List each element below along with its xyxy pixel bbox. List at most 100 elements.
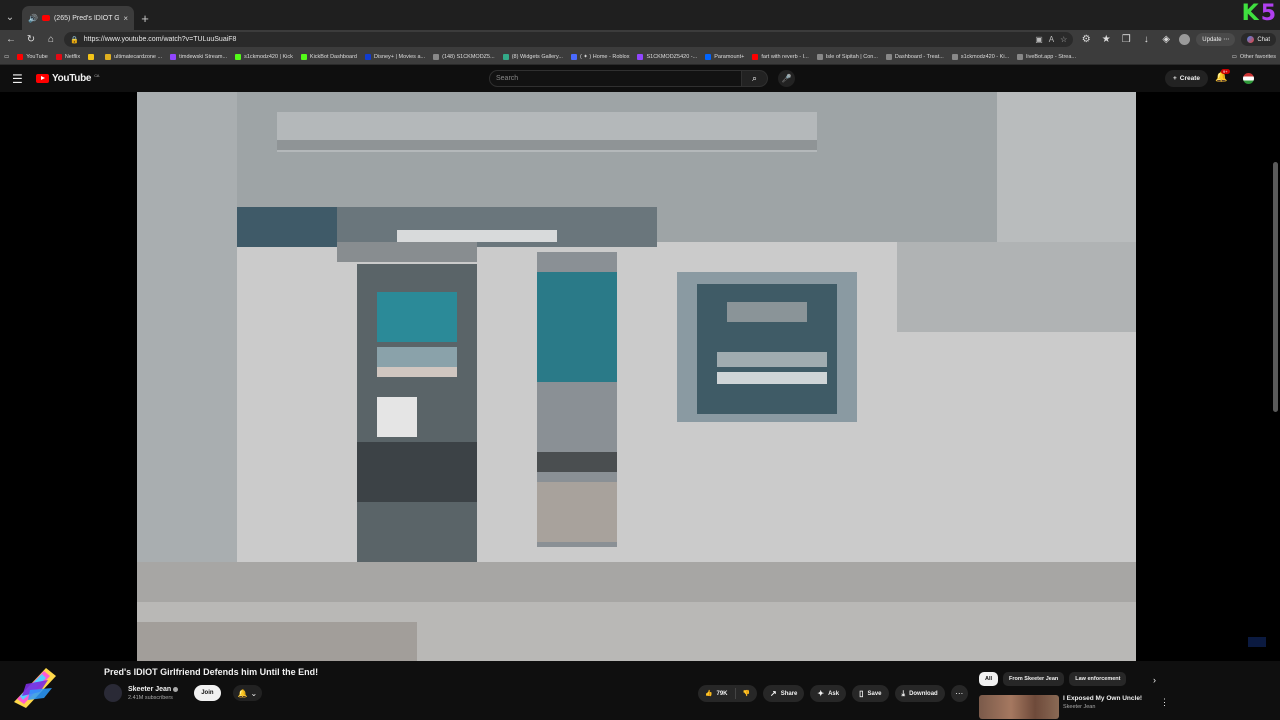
favorites-icon[interactable]: ★ [1099, 33, 1113, 47]
browser-tab-active[interactable]: 🔊 (265) Pred's IDIOT Girlfriend × [22, 6, 134, 30]
new-tab-button[interactable]: + [134, 6, 156, 30]
channel-name[interactable]: Skeeter Jean [128, 686, 179, 693]
tab-list-chevron-icon[interactable]: ⌄ [0, 4, 20, 30]
filter-chip[interactable]: All [979, 672, 999, 686]
ask-button[interactable]: ✦ Ask [810, 685, 847, 702]
bookmark-item[interactable]: ultimatecardzone ... [105, 53, 162, 60]
search-placeholder: Search [496, 75, 519, 82]
bookmark-item[interactable]: KickBot Dashboard [300, 53, 357, 60]
recommendation-chips: All From Skeeter Jean Law enforcement [979, 672, 1127, 686]
channel-row: Skeeter Jean 2.41M subscribers Join 🔔 ⌄ [104, 684, 263, 702]
save-button[interactable]: ▯ Save [852, 685, 889, 702]
favorite-star-icon[interactable]: ☆ [1060, 35, 1067, 44]
bookmark-item[interactable] [88, 53, 97, 60]
bookmark-item[interactable]: fart with reverb - I... [752, 53, 809, 60]
bookmarks-folder-icon[interactable]: ▭ [4, 54, 9, 60]
join-button[interactable]: Join [194, 685, 221, 701]
youtube-logo[interactable]: YouTube CA [36, 73, 99, 84]
bookmark-item[interactable]: s1ckmodz420 | Kick [235, 53, 293, 60]
chat-button-label: Chat [1257, 36, 1270, 43]
bookmark-favicon-icon [17, 53, 24, 60]
page-scrollbar[interactable] [1273, 162, 1278, 412]
bookmark-favicon-icon [88, 53, 95, 60]
bookmark-item[interactable]: Disney+ | Movies a... [365, 53, 425, 60]
address-url[interactable]: https://www.youtube.com/watch?v=TULuuSua… [84, 36, 237, 43]
youtube-play-icon [36, 74, 49, 83]
home-icon[interactable]: ⌂ [44, 33, 58, 47]
subscription-bell-button[interactable]: 🔔 ⌄ [232, 685, 263, 701]
account-avatar[interactable] [1243, 73, 1254, 84]
mic-icon[interactable]: 🎤 [778, 70, 795, 87]
hamburger-icon[interactable]: ☰ [12, 72, 26, 86]
search-input[interactable]: Search [489, 70, 742, 87]
chat-button[interactable]: Chat [1241, 33, 1276, 46]
app-available-icon[interactable]: ▣ [1035, 35, 1043, 44]
back-arrow-icon[interactable]: ← [4, 33, 18, 47]
dislike-button[interactable]: 👎 [736, 685, 757, 702]
recommended-video[interactable]: I Exposed My Own Uncle! Skeeter Jean [979, 695, 1142, 719]
bookmark-item[interactable]: s1ckmodz420 - Ki... [951, 53, 1009, 60]
video-actions: 👍 79K 👎 ↗ Share ✦ Ask ▯ Save ⤓ Download ⋯ [698, 685, 968, 702]
address-bar[interactable]: 🔒 https://www.youtube.com/watch?v=TULuuS… [64, 32, 1074, 47]
bookmark-favicon-icon [1017, 53, 1024, 60]
bookmark-item[interactable]: liveBot.app - Strea... [1017, 53, 1076, 60]
tab-close-icon[interactable]: × [123, 14, 128, 23]
recommended-title[interactable]: I Exposed My Own Uncle! [1063, 695, 1142, 702]
bookmark-item[interactable]: S1CKMODZ5420 -... [637, 53, 697, 60]
create-button[interactable]: + Create [1165, 70, 1209, 87]
read-aloud-icon[interactable]: A [1049, 35, 1054, 44]
folder-icon: ▭ [1231, 53, 1237, 60]
copilot-icon[interactable]: ◈ [1159, 33, 1173, 47]
bookmark-item[interactable]: Dashboard - Treat... [885, 53, 944, 60]
like-button[interactable]: 👍 79K [698, 685, 735, 702]
extensions-icon[interactable]: ⚙ [1079, 33, 1093, 47]
filter-chip[interactable]: From Skeeter Jean [1003, 672, 1065, 686]
video-frame-block [137, 622, 417, 661]
recommended-thumbnail[interactable] [979, 695, 1059, 719]
bookmark-item[interactable]: YouTube [17, 53, 48, 60]
bookmark-favicon-icon [235, 53, 242, 60]
search-icon[interactable]: ⌕ [742, 70, 768, 87]
speaker-icon[interactable]: 🔊 [28, 14, 38, 23]
video-frame-block [717, 352, 827, 367]
bookmark-item[interactable]: timdewski Stream... [170, 53, 227, 60]
recommended-info: I Exposed My Own Uncle! Skeeter Jean [1063, 695, 1142, 719]
update-button[interactable]: Update ⋯ [1196, 33, 1236, 46]
other-favorites[interactable]: ▭ Other favorites [1232, 54, 1276, 60]
more-vertical-icon[interactable]: ⋮ [1160, 697, 1169, 708]
channel-avatar[interactable] [104, 684, 122, 702]
video-player-area [0, 92, 1280, 661]
chevron-right-icon[interactable]: › [1153, 675, 1156, 685]
downloads-icon[interactable]: ↓ [1139, 33, 1153, 47]
recommended-channel: Skeeter Jean [1063, 704, 1096, 710]
download-button[interactable]: ⤓ Download [894, 685, 945, 702]
bookmark-item[interactable]: Netflix [55, 53, 81, 60]
channel-name-text[interactable]: Skeeter Jean [128, 686, 171, 693]
corner-logo-k: K [1241, 1, 1259, 26]
bookmark-item[interactable]: (8) Widgets Gallery... [502, 53, 563, 60]
more-horizontal-icon[interactable]: ⋯ [950, 685, 968, 702]
bookmark-label: Paramount+ [714, 53, 745, 60]
share-icon: ↗ [769, 689, 777, 698]
video-frame-block [537, 272, 617, 382]
bell-icon[interactable]: 🔔 9+ [1215, 69, 1230, 83]
filter-chip[interactable]: Law enforcement [1069, 672, 1127, 686]
bookmark-label: Netflix [64, 53, 81, 60]
site-info-icon[interactable]: 🔒 [70, 36, 79, 44]
bookmark-item[interactable]: (148) S1CKMODZ5... [433, 53, 495, 60]
video-frame-block [537, 452, 617, 472]
bookmark-item[interactable]: ( ✦ ) Home - Roblox [570, 53, 629, 60]
video-frame-block [727, 302, 807, 322]
refresh-icon[interactable]: ↻ [24, 33, 38, 47]
bookmark-item[interactable]: Isle of Sipitah | Con... [816, 53, 878, 60]
streamer-overlay-logo [14, 668, 56, 708]
video-player[interactable] [137, 92, 1136, 661]
omnibox-actions: ▣ A ☆ [1035, 35, 1067, 44]
profile-avatar[interactable] [1179, 34, 1191, 45]
bookmark-favicon-icon [951, 53, 958, 60]
share-button[interactable]: ↗ Share [762, 685, 805, 702]
screen: ⌄ 🔊 (265) Pred's IDIOT Girlfriend × + K … [0, 0, 1280, 720]
bookmark-favicon-icon [637, 53, 644, 60]
collections-icon[interactable]: ❒ [1119, 33, 1133, 47]
bookmark-item[interactable]: Paramount+ [705, 53, 745, 60]
